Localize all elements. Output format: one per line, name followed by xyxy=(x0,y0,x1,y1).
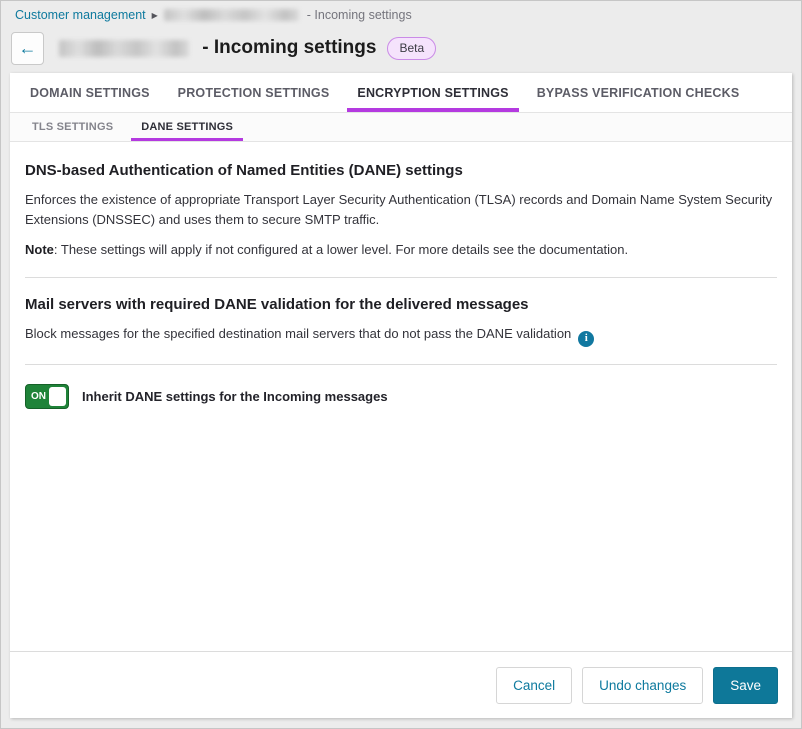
title-redacted-name xyxy=(59,40,189,57)
breadcrumb-current: - Incoming settings xyxy=(307,8,412,22)
toggle-knob xyxy=(49,387,66,406)
inherit-dane-toggle[interactable]: ON xyxy=(25,384,69,409)
mail-servers-description-text: Block messages for the specified destina… xyxy=(25,326,571,341)
mail-servers-description: Block messages for the specified destina… xyxy=(25,324,773,347)
section-divider xyxy=(25,277,777,278)
save-button[interactable]: Save xyxy=(713,667,778,704)
breadcrumb-separator-icon: ▶ xyxy=(152,11,158,20)
page-header: ← - Incoming settings Beta xyxy=(11,29,801,67)
section-divider-2 xyxy=(25,364,777,365)
settings-card: DOMAIN SETTINGS PROTECTION SETTINGS ENCR… xyxy=(10,73,792,718)
dane-settings-content: DNS-based Authentication of Named Entiti… xyxy=(10,142,792,409)
toggle-on-label: ON xyxy=(31,391,46,402)
tab-protection-settings[interactable]: PROTECTION SETTINGS xyxy=(164,73,344,112)
page-title: - Incoming settings xyxy=(197,37,376,59)
back-arrow-icon: ← xyxy=(19,38,37,58)
sub-tab-bar: TLS SETTINGS DANE SETTINGS xyxy=(10,113,792,142)
tab-domain-settings[interactable]: DOMAIN SETTINGS xyxy=(16,73,164,112)
breadcrumb-link-customer-management[interactable]: Customer management xyxy=(15,8,146,22)
dane-section-heading: DNS-based Authentication of Named Entiti… xyxy=(25,162,777,179)
subtab-dane-settings[interactable]: DANE SETTINGS xyxy=(127,113,247,141)
dane-section-description: Enforces the existence of appropriate Tr… xyxy=(25,190,773,230)
dane-section-note: Note: These settings will apply if not c… xyxy=(25,240,773,260)
footer-action-bar: Cancel Undo changes Save xyxy=(10,651,792,718)
tab-bypass-verification-checks[interactable]: BYPASS VERIFICATION CHECKS xyxy=(523,73,754,112)
note-text: : These settings will apply if not confi… xyxy=(54,242,628,257)
info-icon[interactable]: i xyxy=(578,331,594,347)
breadcrumb-redacted-name xyxy=(164,9,299,21)
mail-servers-heading: Mail servers with required DANE validati… xyxy=(25,296,777,313)
note-label: Note xyxy=(25,242,54,257)
cancel-button[interactable]: Cancel xyxy=(496,667,572,704)
inherit-dane-toggle-label: Inherit DANE settings for the Incoming m… xyxy=(82,389,388,404)
beta-badge: Beta xyxy=(387,37,436,60)
page: Customer management ▶ - Incoming setting… xyxy=(0,0,802,729)
tab-encryption-settings[interactable]: ENCRYPTION SETTINGS xyxy=(343,73,522,112)
undo-changes-button[interactable]: Undo changes xyxy=(582,667,703,704)
back-button[interactable]: ← xyxy=(11,32,44,65)
breadcrumb: Customer management ▶ - Incoming setting… xyxy=(1,1,801,22)
subtab-tls-settings[interactable]: TLS SETTINGS xyxy=(18,113,127,141)
inherit-dane-toggle-row: ON Inherit DANE settings for the Incomin… xyxy=(25,384,777,409)
main-tab-bar: DOMAIN SETTINGS PROTECTION SETTINGS ENCR… xyxy=(10,73,792,113)
